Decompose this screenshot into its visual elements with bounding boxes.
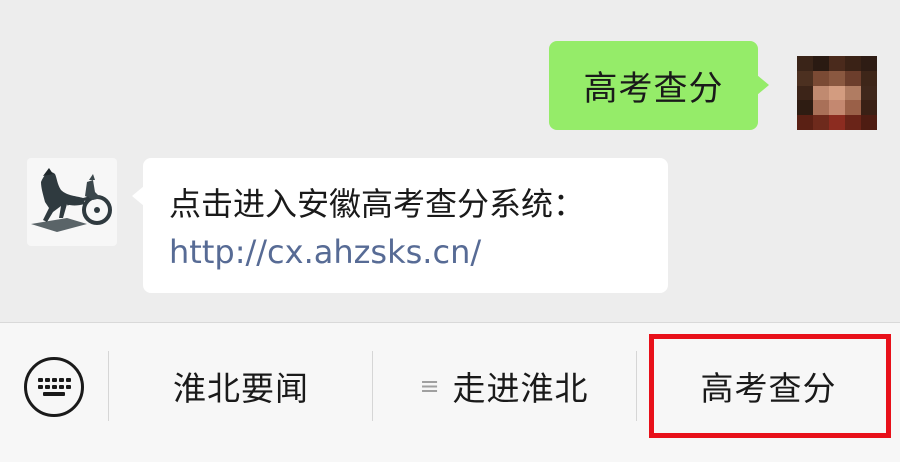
incoming-message-bubble: 点击进入安徽高考查分系统： http://cx.ahzsks.cn/ [132, 158, 668, 293]
menu-item-label: 淮北要闻 [173, 369, 309, 408]
incoming-message-text: 点击进入安徽高考查分系统： [169, 185, 586, 223]
user-avatar[interactable] [797, 56, 877, 130]
menu-item-huaibei-news[interactable]: 淮北要闻 [110, 347, 372, 425]
official-account-avatar[interactable] [27, 158, 117, 246]
menu-item-label: 高考查分 [700, 369, 837, 408]
horse-chariot-logo-icon [31, 168, 112, 232]
menu-item-label: 走进淮北 [452, 369, 589, 408]
query-system-link[interactable]: http://cx.ahzsks.cn/ [169, 228, 644, 276]
menu-item-gaokao-score[interactable]: 高考查分 [637, 347, 900, 425]
keyboard-toggle-button[interactable] [24, 357, 84, 417]
bottom-menu-bar: 淮北要闻 ≡ 走进淮北 高考查分 [0, 322, 900, 462]
outgoing-message-text: 高考查分 [583, 69, 724, 109]
outgoing-message-bubble[interactable]: 高考查分 [549, 41, 769, 130]
menu-item-enter-huaibei[interactable]: ≡ 走进淮北 [373, 347, 635, 425]
menu-divider [108, 351, 109, 421]
keyboard-icon [38, 378, 71, 396]
chat-area: 高考查分 点击进入安徽高考查分系统： http://cx.ahzsks.cn/ [0, 0, 900, 322]
submenu-list-icon: ≡ [419, 372, 441, 400]
